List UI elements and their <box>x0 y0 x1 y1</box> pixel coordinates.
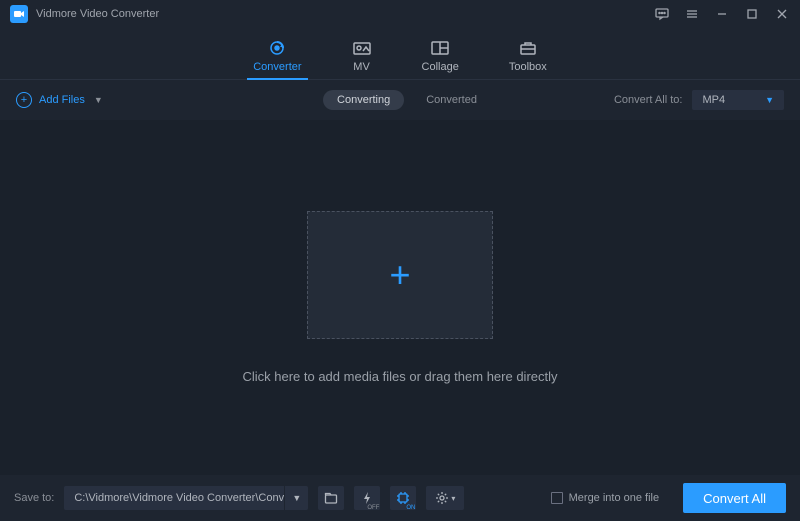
feedback-icon[interactable] <box>654 6 670 22</box>
nav-label: Toolbox <box>509 61 547 73</box>
tab-converted[interactable]: Converted <box>426 94 477 106</box>
settings-button[interactable]: ▾ <box>426 486 464 510</box>
nav-label: Collage <box>422 61 459 73</box>
open-folder-button[interactable] <box>318 486 344 510</box>
nav-label: Converter <box>253 61 301 73</box>
main-nav: Converter MV Collage Toolbox <box>0 28 800 80</box>
footer: Save to: C:\Vidmore\Vidmore Video Conver… <box>0 475 800 521</box>
lightning-button[interactable]: OFF <box>354 486 380 510</box>
tab-converting[interactable]: Converting <box>323 90 404 110</box>
minimize-icon[interactable] <box>714 6 730 22</box>
plus-circle-icon: + <box>16 92 32 108</box>
menu-icon[interactable] <box>684 6 700 22</box>
gpu-sub-label: ON <box>406 505 415 511</box>
close-icon[interactable] <box>774 6 790 22</box>
nav-mv[interactable]: MV <box>352 39 372 79</box>
toolbar: + Add Files ▼ Converting Converted Conve… <box>0 80 800 120</box>
format-value: MP4 <box>702 94 725 106</box>
convert-all-label: Convert All <box>703 491 766 506</box>
convert-all-label: Convert All to: <box>614 94 682 106</box>
main-area: + Click here to add media files or drag … <box>0 120 800 475</box>
checkbox-icon <box>551 492 563 504</box>
converter-icon <box>267 39 287 57</box>
gpu-button[interactable]: ON <box>390 486 416 510</box>
save-path-dropdown[interactable]: C:\Vidmore\Vidmore Video Converter\Conve… <box>64 486 308 510</box>
nav-toolbox[interactable]: Toolbox <box>509 39 547 79</box>
toolbox-icon <box>518 39 538 57</box>
save-to-label: Save to: <box>14 492 54 504</box>
chevron-down-icon: ▾ <box>451 494 455 503</box>
nav-collage[interactable]: Collage <box>422 39 459 79</box>
add-files-button[interactable]: + Add Files ▼ <box>16 92 103 108</box>
app-logo-icon <box>10 5 28 23</box>
chevron-down-icon: ▼ <box>765 95 774 105</box>
save-path-value: C:\Vidmore\Vidmore Video Converter\Conve… <box>64 492 284 504</box>
sub-tabs: Converting Converted <box>323 90 477 110</box>
drop-zone[interactable]: + <box>307 211 493 339</box>
app-title: Vidmore Video Converter <box>36 8 159 20</box>
convert-all-button[interactable]: Convert All <box>683 483 786 513</box>
plus-icon: + <box>389 254 410 296</box>
merge-checkbox[interactable]: Merge into one file <box>551 492 660 504</box>
drop-hint: Click here to add media files or drag th… <box>242 369 557 384</box>
chevron-down-icon[interactable]: ▼ <box>284 486 308 510</box>
format-dropdown[interactable]: MP4 ▼ <box>692 90 784 110</box>
chevron-down-icon[interactable]: ▼ <box>94 95 103 105</box>
collage-icon <box>430 39 450 57</box>
convert-all-to: Convert All to: MP4 ▼ <box>614 90 784 110</box>
titlebar: Vidmore Video Converter <box>0 0 800 28</box>
add-files-label: Add Files <box>39 94 85 106</box>
lightning-sub-label: OFF <box>367 505 379 511</box>
mv-icon <box>352 39 372 57</box>
merge-label: Merge into one file <box>569 492 660 504</box>
nav-label: MV <box>353 61 370 73</box>
maximize-icon[interactable] <box>744 6 760 22</box>
nav-converter[interactable]: Converter <box>253 39 301 79</box>
